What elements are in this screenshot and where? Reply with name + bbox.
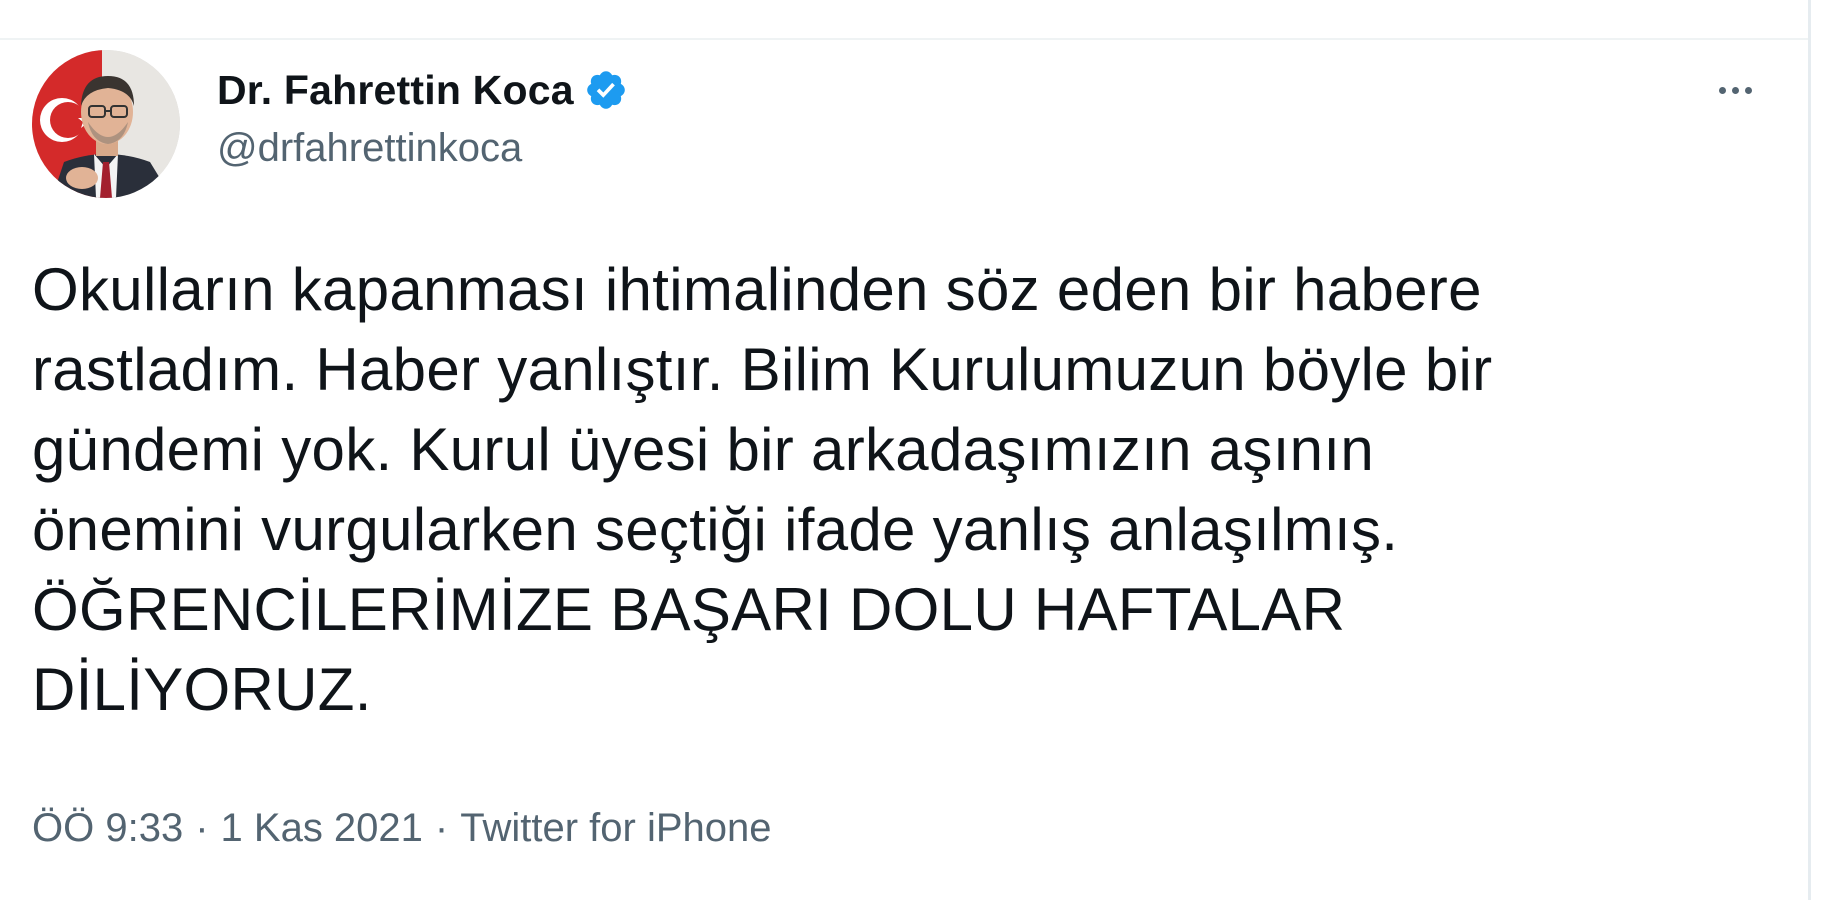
tweet-date[interactable]: 1 Kas 2021 xyxy=(221,806,423,851)
tweet-text: Okulların kapanması ihtimalinden söz ede… xyxy=(32,256,1493,723)
tweet-meta: ÖÖ 9:33 · 1 Kas 2021 · Twitter for iPhon… xyxy=(32,806,772,851)
tweet-time[interactable]: ÖÖ 9:33 xyxy=(32,806,183,851)
avatar[interactable] xyxy=(32,50,180,198)
tweet-source[interactable]: Twitter for iPhone xyxy=(460,806,771,851)
more-horizontal-icon xyxy=(1731,86,1739,94)
author-name-row: Dr. Fahrettin Koca xyxy=(217,62,628,118)
meta-separator: · xyxy=(434,806,449,850)
author-handle[interactable]: @drfahrettinkoca xyxy=(217,126,522,171)
tweet-page: Dr. Fahrettin Koca @drfahrettinkoca Okul… xyxy=(0,0,1821,900)
more-horizontal-icon xyxy=(1744,86,1752,94)
author-display-name[interactable]: Dr. Fahrettin Koca xyxy=(217,67,574,114)
meta-separator: · xyxy=(195,806,209,850)
profile-photo xyxy=(32,50,180,198)
tweet-card: Dr. Fahrettin Koca @drfahrettinkoca Okul… xyxy=(32,40,1792,900)
more-horizontal-icon xyxy=(1718,86,1726,94)
verified-badge-icon xyxy=(584,68,628,112)
more-options-button[interactable] xyxy=(1700,70,1770,110)
right-divider xyxy=(1808,0,1811,900)
